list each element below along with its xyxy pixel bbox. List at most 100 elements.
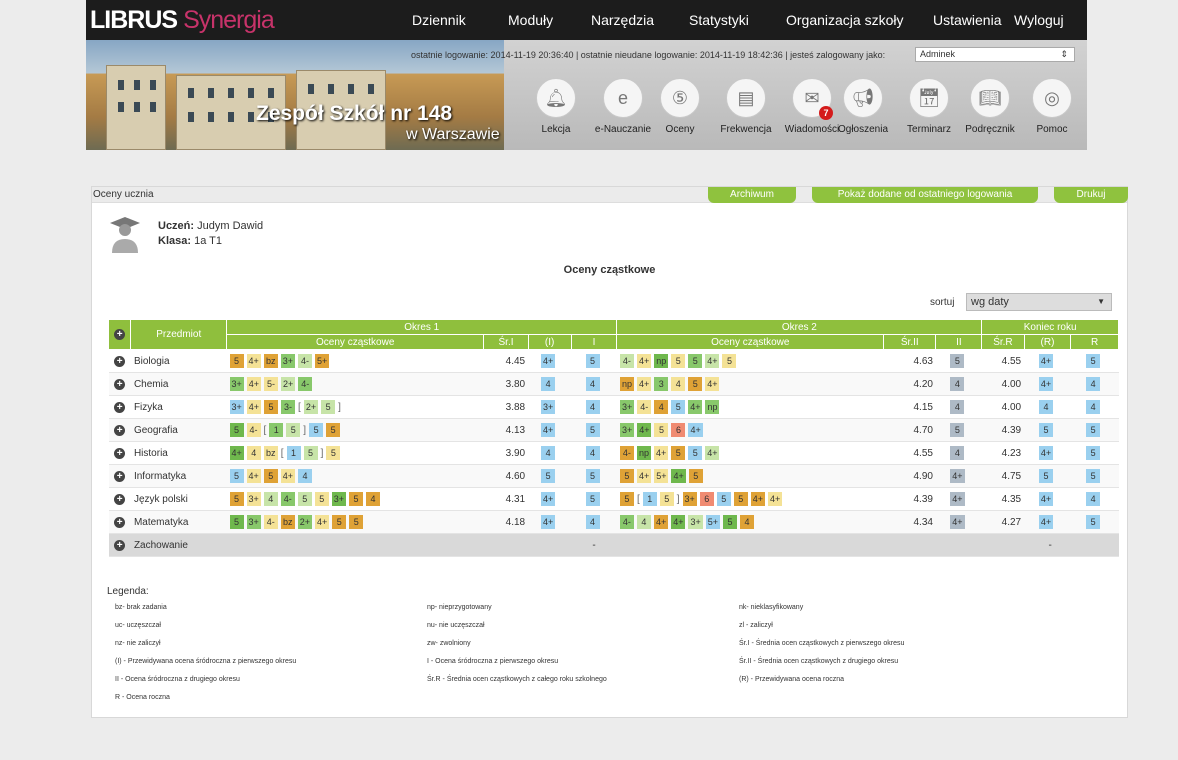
grade-chip[interactable]: 5: [671, 354, 686, 368]
expand-row-button[interactable]: +: [108, 441, 131, 465]
grade-chip[interactable]: 5: [309, 423, 324, 437]
grade-chip[interactable]: 4+: [315, 515, 330, 529]
grade-chip[interactable]: 4: [950, 377, 965, 391]
grade-chip[interactable]: 5: [229, 492, 244, 506]
grade-chip[interactable]: 4+: [688, 400, 703, 414]
grade-chip[interactable]: 4+: [636, 469, 652, 483]
grade-chip[interactable]: 3+: [280, 354, 296, 368]
grade-chip[interactable]: 5: [541, 469, 556, 483]
grade-chip[interactable]: 2+: [303, 400, 319, 414]
archive-button[interactable]: Archiwum: [708, 187, 796, 203]
grade-chip[interactable]: 4: [585, 515, 600, 529]
grade-chip[interactable]: 5: [654, 423, 669, 437]
grade-chip[interactable]: 5: [229, 354, 244, 368]
grade-chip[interactable]: 5: [229, 423, 244, 437]
grade-chip[interactable]: 5-: [264, 377, 279, 391]
nav-statystyki[interactable]: Statystyki: [689, 12, 749, 28]
grade-chip[interactable]: 5: [1086, 354, 1101, 368]
grade-chip[interactable]: 3+: [619, 423, 635, 437]
grade-chip[interactable]: 1: [269, 423, 284, 437]
grade-chip[interactable]: 5: [585, 469, 600, 483]
grade-chip[interactable]: 5: [286, 423, 301, 437]
grade-chip[interactable]: 5: [659, 492, 674, 506]
grade-chip[interactable]: 3+: [541, 400, 556, 414]
grade-chip[interactable]: 4: [1086, 400, 1101, 414]
grade-chip[interactable]: 5+: [315, 354, 330, 368]
grade-chip[interactable]: 5: [264, 400, 279, 414]
grade-chip[interactable]: 3+: [688, 515, 703, 529]
sort-select[interactable]: wg daty ▼: [966, 293, 1112, 311]
grade-chip[interactable]: 4+: [246, 354, 261, 368]
grade-chip[interactable]: bz: [263, 354, 278, 368]
grade-chip[interactable]: 4+: [671, 515, 686, 529]
grade-chip[interactable]: 5+: [705, 515, 720, 529]
grade-chip[interactable]: 4-: [619, 354, 634, 368]
grade-chip[interactable]: 5: [314, 492, 329, 506]
grade-chip[interactable]: 2+: [281, 377, 296, 391]
grade-chip[interactable]: 5: [326, 446, 341, 460]
grade-chip[interactable]: 4+: [950, 469, 965, 483]
grade-chip[interactable]: 4+: [950, 515, 965, 529]
grade-chip[interactable]: 5: [1038, 423, 1053, 437]
grade-chip[interactable]: 4: [298, 469, 313, 483]
grade-chip[interactable]: 4+: [653, 515, 669, 529]
grade-chip[interactable]: 4-: [263, 515, 278, 529]
grade-chip[interactable]: 4: [1086, 492, 1101, 506]
nav-organizacja[interactable]: Organizacja szkoły: [786, 12, 904, 28]
grade-chip[interactable]: 4: [950, 446, 965, 460]
grade-chip[interactable]: 5+: [654, 469, 669, 483]
grade-chip[interactable]: 5: [950, 423, 965, 437]
grade-chip[interactable]: 4+: [768, 492, 783, 506]
grade-chip[interactable]: 5: [722, 354, 737, 368]
expand-row-button[interactable]: +: [108, 510, 131, 534]
grade-chip[interactable]: 4-: [298, 377, 313, 391]
grade-chip[interactable]: 5: [1038, 469, 1053, 483]
user-select[interactable]: Adminek ⇕: [915, 47, 1075, 62]
expand-row-button[interactable]: +: [108, 418, 131, 442]
grade-chip[interactable]: 5: [1086, 515, 1101, 529]
grade-chip[interactable]: 5: [303, 446, 318, 460]
grade-chip[interactable]: 2+: [297, 515, 313, 529]
grade-chip[interactable]: 4-: [619, 446, 634, 460]
grade-chip[interactable]: 5: [619, 492, 634, 506]
grade-chip[interactable]: 4-: [298, 354, 313, 368]
module-pomoc[interactable]: ◎ Pomoc: [1012, 78, 1087, 135]
grade-chip[interactable]: 5: [297, 492, 312, 506]
grade-chip[interactable]: 4+: [229, 446, 244, 460]
grade-chip[interactable]: bz: [263, 446, 278, 460]
nav-ustawienia[interactable]: Ustawienia: [933, 12, 1001, 28]
nav-dziennik[interactable]: Dziennik: [412, 12, 466, 28]
grade-chip[interactable]: np: [654, 354, 669, 368]
grade-chip[interactable]: 6: [671, 423, 686, 437]
grade-chip[interactable]: 5: [349, 515, 364, 529]
grade-chip[interactable]: 4: [654, 400, 669, 414]
grade-chip[interactable]: 4: [585, 377, 600, 391]
grade-chip[interactable]: 4+: [280, 469, 296, 483]
nav-narzedzia[interactable]: Narzędzia: [591, 12, 654, 28]
grade-chip[interactable]: 4+: [246, 469, 261, 483]
grade-chip[interactable]: 4-: [619, 515, 634, 529]
grade-chip[interactable]: 5: [332, 515, 347, 529]
grade-chip[interactable]: 3: [654, 377, 669, 391]
grade-chip[interactable]: 1: [642, 492, 657, 506]
expand-all-button[interactable]: +: [107, 319, 132, 350]
grade-chip[interactable]: 4: [585, 400, 600, 414]
grade-chip[interactable]: 5: [688, 354, 703, 368]
expand-row-button[interactable]: +: [108, 349, 131, 373]
grade-chip[interactable]: 4+: [671, 469, 686, 483]
grade-chip[interactable]: 5: [263, 469, 278, 483]
grade-chip[interactable]: 3+: [246, 492, 261, 506]
grade-chip[interactable]: 4+: [750, 492, 766, 506]
grade-chip[interactable]: 4: [541, 446, 556, 460]
grade-chip[interactable]: 5: [229, 515, 244, 529]
grade-chip[interactable]: 4+: [653, 446, 669, 460]
grade-chip[interactable]: 4+: [1038, 492, 1054, 506]
expand-row-button[interactable]: +: [108, 464, 131, 488]
grade-chip[interactable]: 5: [733, 492, 748, 506]
grade-chip[interactable]: 4+: [541, 515, 556, 529]
grade-chip[interactable]: 3+: [246, 515, 261, 529]
grade-chip[interactable]: 4+: [1038, 515, 1054, 529]
grade-chip[interactable]: 4: [263, 492, 278, 506]
grade-chip[interactable]: 4: [585, 446, 600, 460]
grade-chip[interactable]: np: [619, 377, 634, 391]
